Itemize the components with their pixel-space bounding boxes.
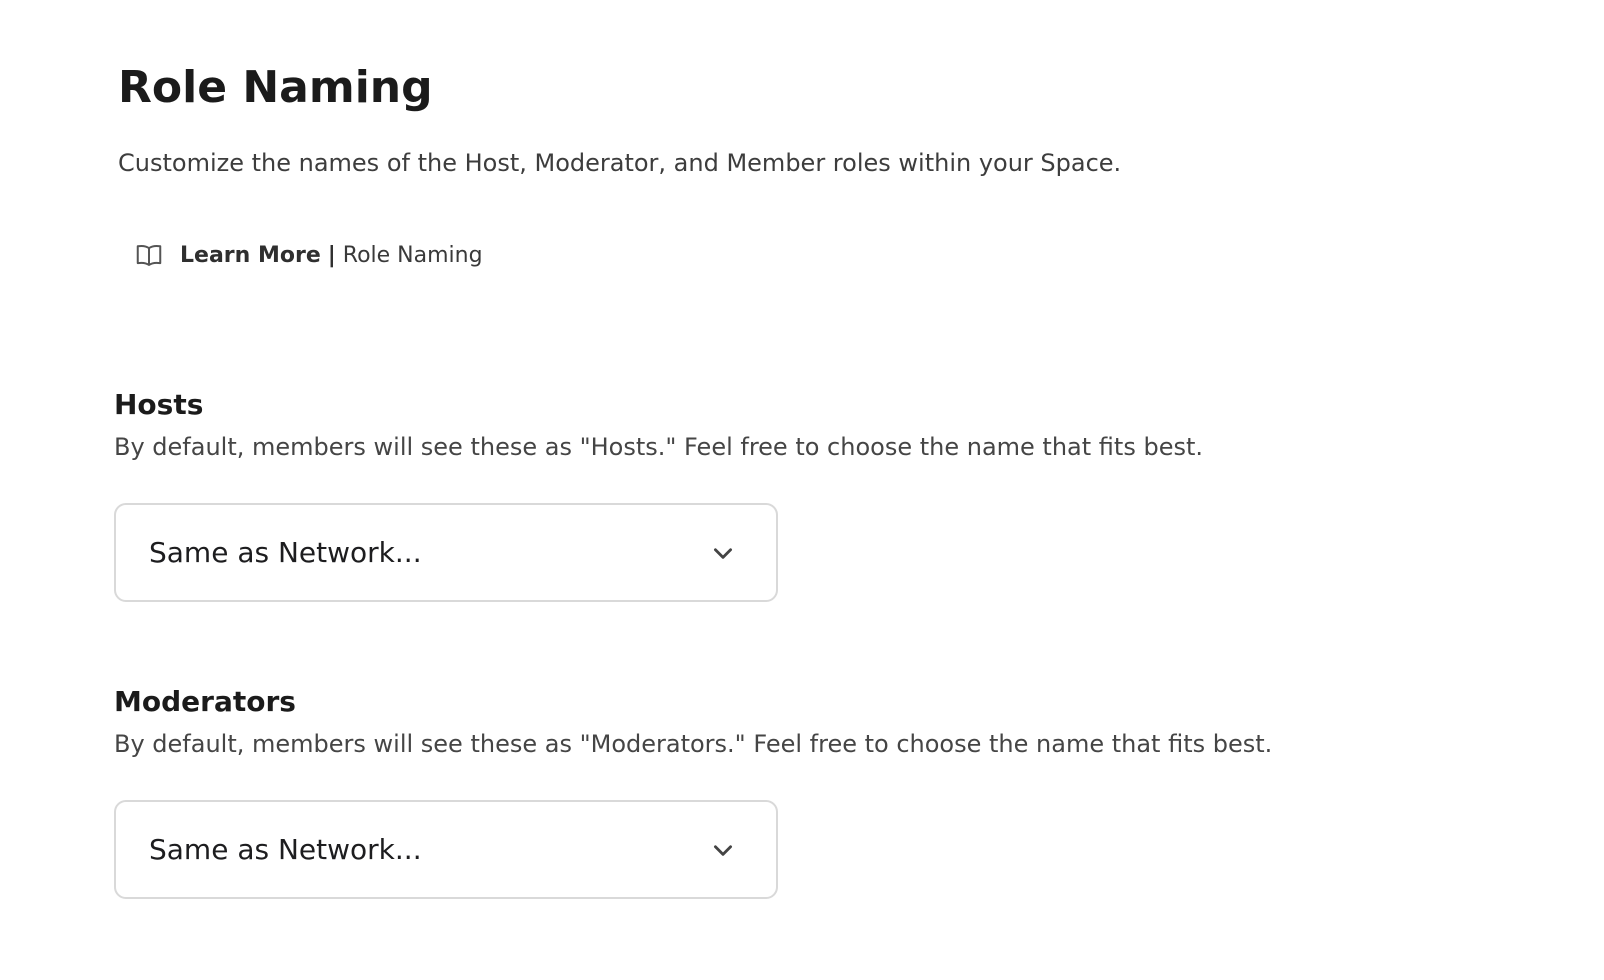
learn-more-separator: | xyxy=(327,242,336,268)
section-description-moderators: By default, members will see these as "M… xyxy=(114,730,1273,758)
moderators-section: Moderators By default, members will see … xyxy=(114,685,1273,899)
page-description: Customize the names of the Host, Moderat… xyxy=(118,149,1122,177)
section-title-hosts: Hosts xyxy=(114,388,204,421)
learn-more-label: Learn More xyxy=(180,242,321,268)
hosts-section: Hosts By default, members will see these… xyxy=(114,388,1203,602)
select-value: Same as Network... xyxy=(149,833,422,866)
select-value: Same as Network... xyxy=(149,536,422,569)
section-title-moderators: Moderators xyxy=(114,685,296,718)
hosts-name-select[interactable]: Same as Network... xyxy=(114,503,778,602)
learn-more-topic: Role Naming xyxy=(342,242,483,268)
moderators-name-select[interactable]: Same as Network... xyxy=(114,800,778,899)
book-open-icon xyxy=(134,240,164,270)
role-naming-page: Role Naming Customize the names of the H… xyxy=(0,0,1604,980)
chevron-down-icon xyxy=(710,837,736,863)
page-title: Role Naming xyxy=(118,62,433,113)
learn-more-link[interactable]: Learn More | Role Naming xyxy=(134,240,483,270)
section-description-hosts: By default, members will see these as "H… xyxy=(114,433,1203,461)
chevron-down-icon xyxy=(710,540,736,566)
